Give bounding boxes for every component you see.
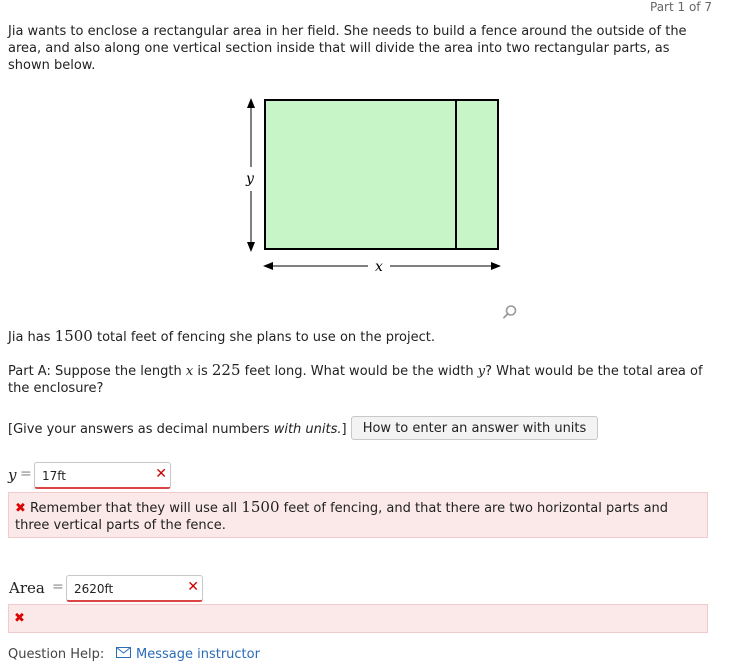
x-mark-icon: ✕	[187, 579, 199, 595]
area-equals: =	[52, 579, 64, 595]
y-answer-label: y	[8, 466, 17, 484]
question-help-label: Question Help:	[8, 647, 105, 662]
fencing-total: 1500	[54, 327, 93, 345]
label-y: y	[245, 171, 255, 187]
area-answer-label: Area	[9, 579, 45, 597]
part-a-question: Part A: Suppose the length x is 225 feet…	[8, 361, 703, 397]
y-feedback-box: ✖ Remember that they will use all 1500 f…	[8, 492, 708, 538]
y-answer-field[interactable]: 17ft ✕	[34, 462, 171, 489]
area-answer-value: 2620ft	[74, 582, 114, 596]
enclosure-rect	[264, 99, 499, 250]
y-feedback-text: ✖ Remember that they will use all 1500 f…	[15, 498, 669, 534]
envelope-icon	[116, 647, 131, 658]
answer-instructions: [Give your answers as decimal numbers wi…	[8, 422, 347, 437]
problem-intro: Jia wants to enclose a rectangular area …	[8, 24, 687, 73]
fencing-sentence: Jia has 1500 total feet of fencing she p…	[8, 327, 435, 346]
y-answer-value: 17ft	[42, 469, 66, 483]
units-help-button[interactable]: How to enter an answer with units	[351, 416, 598, 440]
area-feedback-box: ✖	[8, 604, 708, 633]
part-indicator: Part 1 of 7	[650, 0, 712, 14]
area-answer-field[interactable]: 2620ft ✕	[66, 575, 203, 602]
magnifier-icon[interactable]	[502, 304, 518, 320]
message-instructor-link[interactable]: Message instructor	[136, 647, 260, 662]
error-x-icon: ✖	[15, 501, 26, 516]
error-x-icon: ✖	[14, 611, 25, 626]
label-x: x	[375, 259, 383, 275]
x-mark-icon: ✕	[155, 466, 167, 482]
fence-diagram: y x	[245, 98, 501, 275]
y-equals: =	[20, 466, 32, 482]
